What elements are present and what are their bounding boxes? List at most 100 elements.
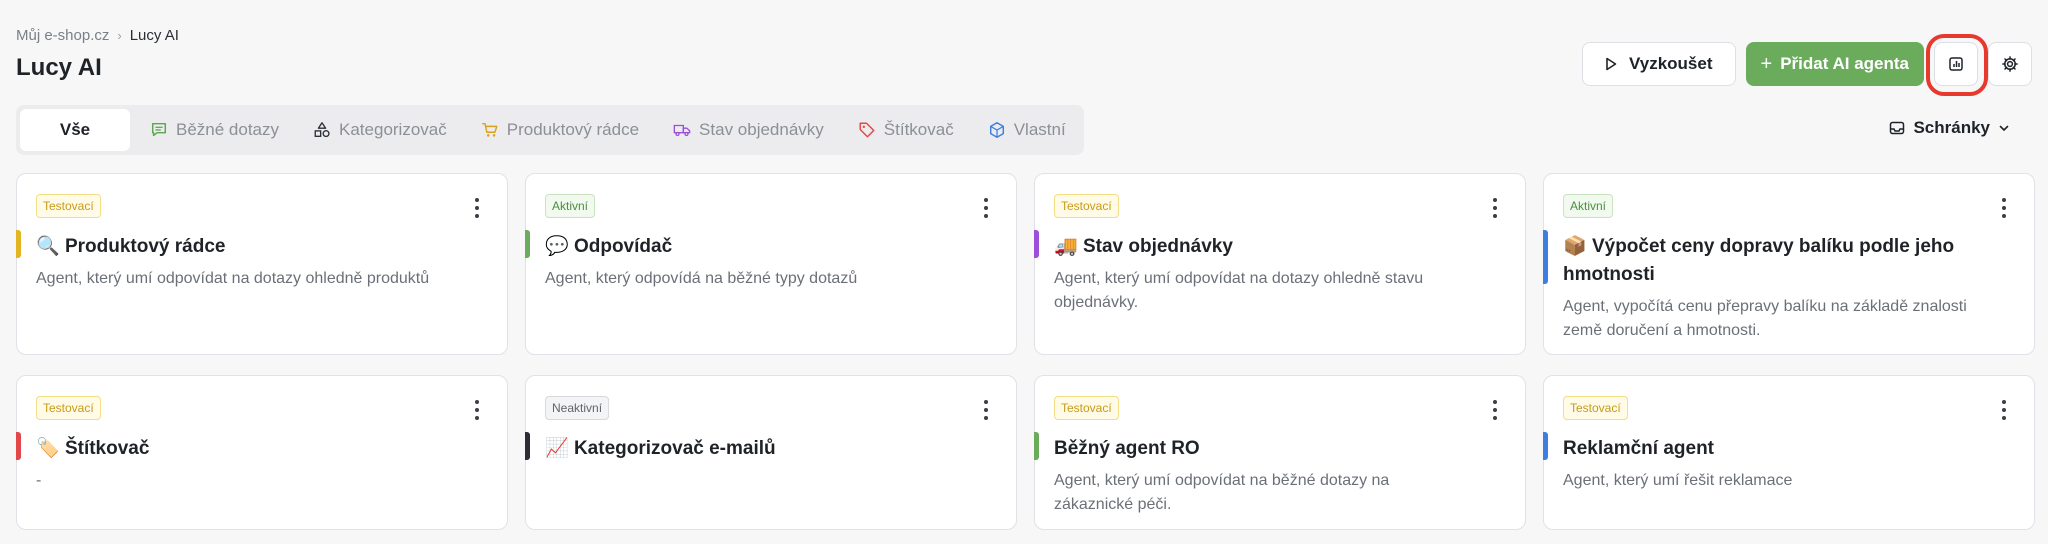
card-title: 📦 Výpočet ceny dopravy balíku podle jeho… (1563, 233, 2003, 289)
tab-label: Produktový rádce (506, 120, 640, 139)
accent-bar (1034, 230, 1039, 258)
mailbox-label: Schránky (1913, 118, 1990, 137)
chevron-right-icon: › (117, 28, 122, 43)
cart-icon (481, 122, 498, 137)
inbox-icon (1890, 121, 1905, 135)
card-description: Agent, vypočítá cenu přepravy balíku na … (1563, 298, 1967, 339)
more-icon[interactable] (1487, 400, 1503, 420)
card-description: Agent, který odpovídá na běžné typy dota… (545, 270, 858, 287)
accent-bar (525, 230, 530, 258)
more-icon[interactable] (1996, 400, 2012, 420)
tab-common-queries[interactable]: Běžné dotazy (136, 109, 293, 151)
agent-card[interactable]: Testovací 🚚 Stav objednávky Agent, který… (1034, 173, 1526, 355)
more-icon[interactable] (1487, 198, 1503, 218)
add-agent-button-label: Přidat AI agenta (1780, 54, 1909, 73)
gear-icon (2002, 56, 2018, 72)
tab-label: Běžné dotazy (176, 120, 280, 139)
tab-custom[interactable]: Vlastní (974, 109, 1080, 151)
agent-card[interactable]: Neaktivní 📈 Kategorizovač e-mailů (525, 375, 1017, 530)
breadcrumb-current: Lucy AI (129, 27, 179, 44)
truck-icon (673, 124, 691, 137)
card-emoji: 🏷️ (36, 438, 60, 459)
plus-icon: + (1760, 53, 1773, 75)
accent-bar (1034, 432, 1039, 460)
agent-card[interactable]: Testovací 🔍 Produktový rádce Agent, kter… (16, 173, 508, 355)
more-icon[interactable] (469, 198, 485, 218)
bar-chart-icon (1949, 57, 1963, 71)
card-emoji: 🔍 (36, 236, 60, 257)
card-description: Agent, který umí odpovídat na běžné dota… (1054, 472, 1390, 513)
status-badge: Testovací (1054, 396, 1119, 420)
card-emoji: 💬 (545, 236, 569, 257)
card-title: 🏷️ Štítkovač (36, 435, 476, 463)
tab-label: Štítkovač (883, 120, 954, 139)
agent-card[interactable]: Testovací 🏷️ Štítkovač - (16, 375, 508, 530)
tag-icon (859, 122, 875, 138)
top-actions: Vyzkoušet + Přidat AI agenta (1582, 34, 2032, 96)
mailbox-dropdown[interactable]: Schránky (1889, 118, 2010, 138)
tab-label: Stav objednávky (699, 120, 824, 139)
tab-order-status[interactable]: Stav objednávky (659, 109, 838, 151)
tab-label: Kategorizovač (339, 120, 447, 139)
card-description: Agent, který umí odpovídat na dotazy ohl… (36, 270, 430, 287)
more-icon[interactable] (469, 400, 485, 420)
more-icon[interactable] (1996, 198, 2012, 218)
accent-bar (16, 230, 21, 258)
accent-bar (16, 432, 21, 460)
card-title: 💬 Odpovídač (545, 233, 985, 261)
status-badge: Aktivní (545, 194, 596, 218)
chevron-down-icon (1999, 125, 2009, 131)
card-title-text: Běžný agent RO (1054, 438, 1200, 459)
card-title-text: Odpovídač (573, 236, 673, 257)
card-title-text: Štítkovač (64, 438, 150, 459)
agent-card[interactable]: Aktivní 📦 Výpočet ceny dopravy balíku po… (1543, 173, 2035, 355)
card-emoji: 📈 (545, 438, 569, 459)
agent-card[interactable]: Aktivní 💬 Odpovídač Agent, který odpovíd… (525, 173, 1017, 355)
card-title-text: Reklamční agent (1563, 438, 1714, 459)
tab-all[interactable]: Vše (20, 109, 130, 151)
status-badge: Testovací (1054, 194, 1119, 218)
box-icon (989, 122, 1004, 138)
card-description: - (36, 472, 42, 489)
status-badge: Testovací (36, 194, 101, 218)
accent-bar (1543, 432, 1548, 460)
agent-card[interactable]: Testovací Běžný agent RO Agent, který um… (1034, 375, 1526, 530)
tab-product-advisor[interactable]: Produktový rádce (467, 109, 653, 151)
tab-labeler[interactable]: Štítkovač (844, 109, 968, 151)
card-title: 📈 Kategorizovač e-mailů (545, 435, 985, 463)
status-badge: Testovací (1563, 396, 1628, 420)
try-button-label: Vyzkoušet (1629, 54, 1713, 73)
agent-card[interactable]: Testovací Reklamční agent Agent, který u… (1543, 375, 2035, 530)
card-emoji: 📦 (1563, 236, 1587, 257)
card-emoji: 🚚 (1054, 236, 1078, 257)
page-title: Lucy AI (16, 54, 102, 81)
breadcrumb: Můj e-shop.cz › Lucy AI (16, 27, 179, 44)
card-title: 🚚 Stav objednávky (1054, 233, 1494, 261)
status-badge: Aktivní (1563, 194, 1614, 218)
card-title-text: Kategorizovač e-mailů (573, 438, 776, 459)
play-icon (1606, 57, 1617, 71)
more-icon[interactable] (978, 198, 994, 218)
card-title: Reklamční agent (1563, 435, 2003, 463)
card-title-text: Stav objednávky (1082, 236, 1233, 257)
settings-button[interactable] (1988, 42, 2032, 86)
status-badge: Testovací (36, 396, 101, 420)
more-icon[interactable] (978, 400, 994, 420)
card-title: Běžný agent RO (1054, 435, 1494, 463)
accent-bar (525, 432, 530, 460)
add-agent-button[interactable]: + Přidat AI agenta (1745, 42, 1924, 86)
accent-bar (1543, 230, 1548, 284)
tab-categorizer[interactable]: Kategorizovač (299, 109, 461, 151)
stats-button[interactable] (1926, 34, 1988, 96)
tab-label: Vlastní (1013, 120, 1066, 139)
breadcrumb-root[interactable]: Můj e-shop.cz (16, 27, 109, 44)
card-title-text: Produktový rádce (64, 236, 226, 257)
shapes-icon (314, 122, 330, 138)
status-badge: Neaktivní (545, 396, 610, 420)
category-tabs: Vše Běžné dotazy Kategorizovač Produktov… (16, 105, 1084, 155)
card-title: 🔍 Produktový rádce (36, 233, 476, 261)
chat-icon (151, 122, 167, 137)
agent-grid: Testovací 🔍 Produktový rádce Agent, kter… (16, 173, 2035, 530)
try-button[interactable]: Vyzkoušet (1582, 42, 1736, 86)
card-title-text: Výpočet ceny dopravy balíku podle jeho h… (1563, 236, 1955, 285)
